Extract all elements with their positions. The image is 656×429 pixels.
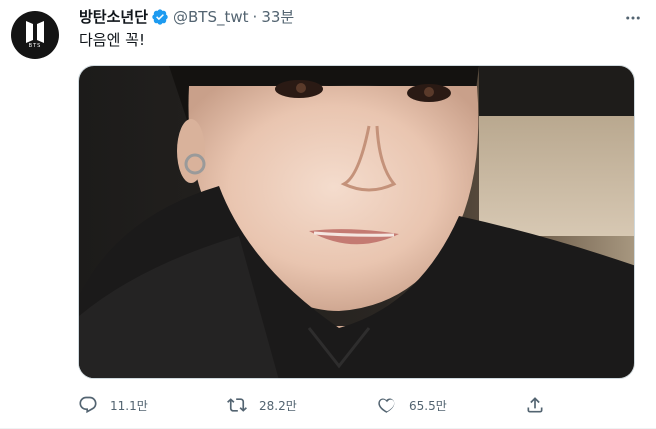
tweet-card[interactable]: BTS 방탄소년단 @BTS_twt · 33분 다음엔 꼭! 11.1만 28…	[0, 0, 656, 429]
retweet-icon	[227, 395, 247, 415]
more-horizontal-icon[interactable]	[624, 9, 642, 27]
retweet-count: 28.2만	[259, 398, 297, 413]
reply-button[interactable]: 11.1만	[78, 392, 148, 418]
user-handle[interactable]: @BTS_twt	[173, 7, 249, 27]
avatar[interactable]: BTS	[11, 11, 59, 59]
reply-count: 11.1만	[110, 398, 148, 413]
bts-logo-icon	[26, 21, 44, 43]
action-bar: 11.1만 28.2만 65.5만	[72, 392, 552, 418]
tweet-photo[interactable]	[78, 65, 635, 379]
retweet-button[interactable]: 28.2만	[227, 392, 297, 418]
share-button[interactable]	[525, 392, 557, 418]
tweet-text: 다음엔 꼭!	[79, 31, 145, 49]
separator-dot: ·	[252, 8, 258, 26]
display-name[interactable]: 방탄소년단	[79, 7, 148, 27]
heart-icon	[377, 395, 397, 415]
like-count: 65.5만	[409, 398, 447, 413]
tweet-header: 방탄소년단 @BTS_twt · 33분	[79, 7, 294, 27]
share-icon	[525, 395, 545, 415]
reply-icon	[78, 395, 98, 415]
selfie-photo-image	[79, 66, 634, 378]
avatar-logo-text: BTS	[28, 43, 42, 49]
like-button[interactable]: 65.5만	[377, 392, 447, 418]
verified-badge-icon	[151, 8, 169, 26]
tweet-time[interactable]: 33분	[261, 7, 294, 27]
